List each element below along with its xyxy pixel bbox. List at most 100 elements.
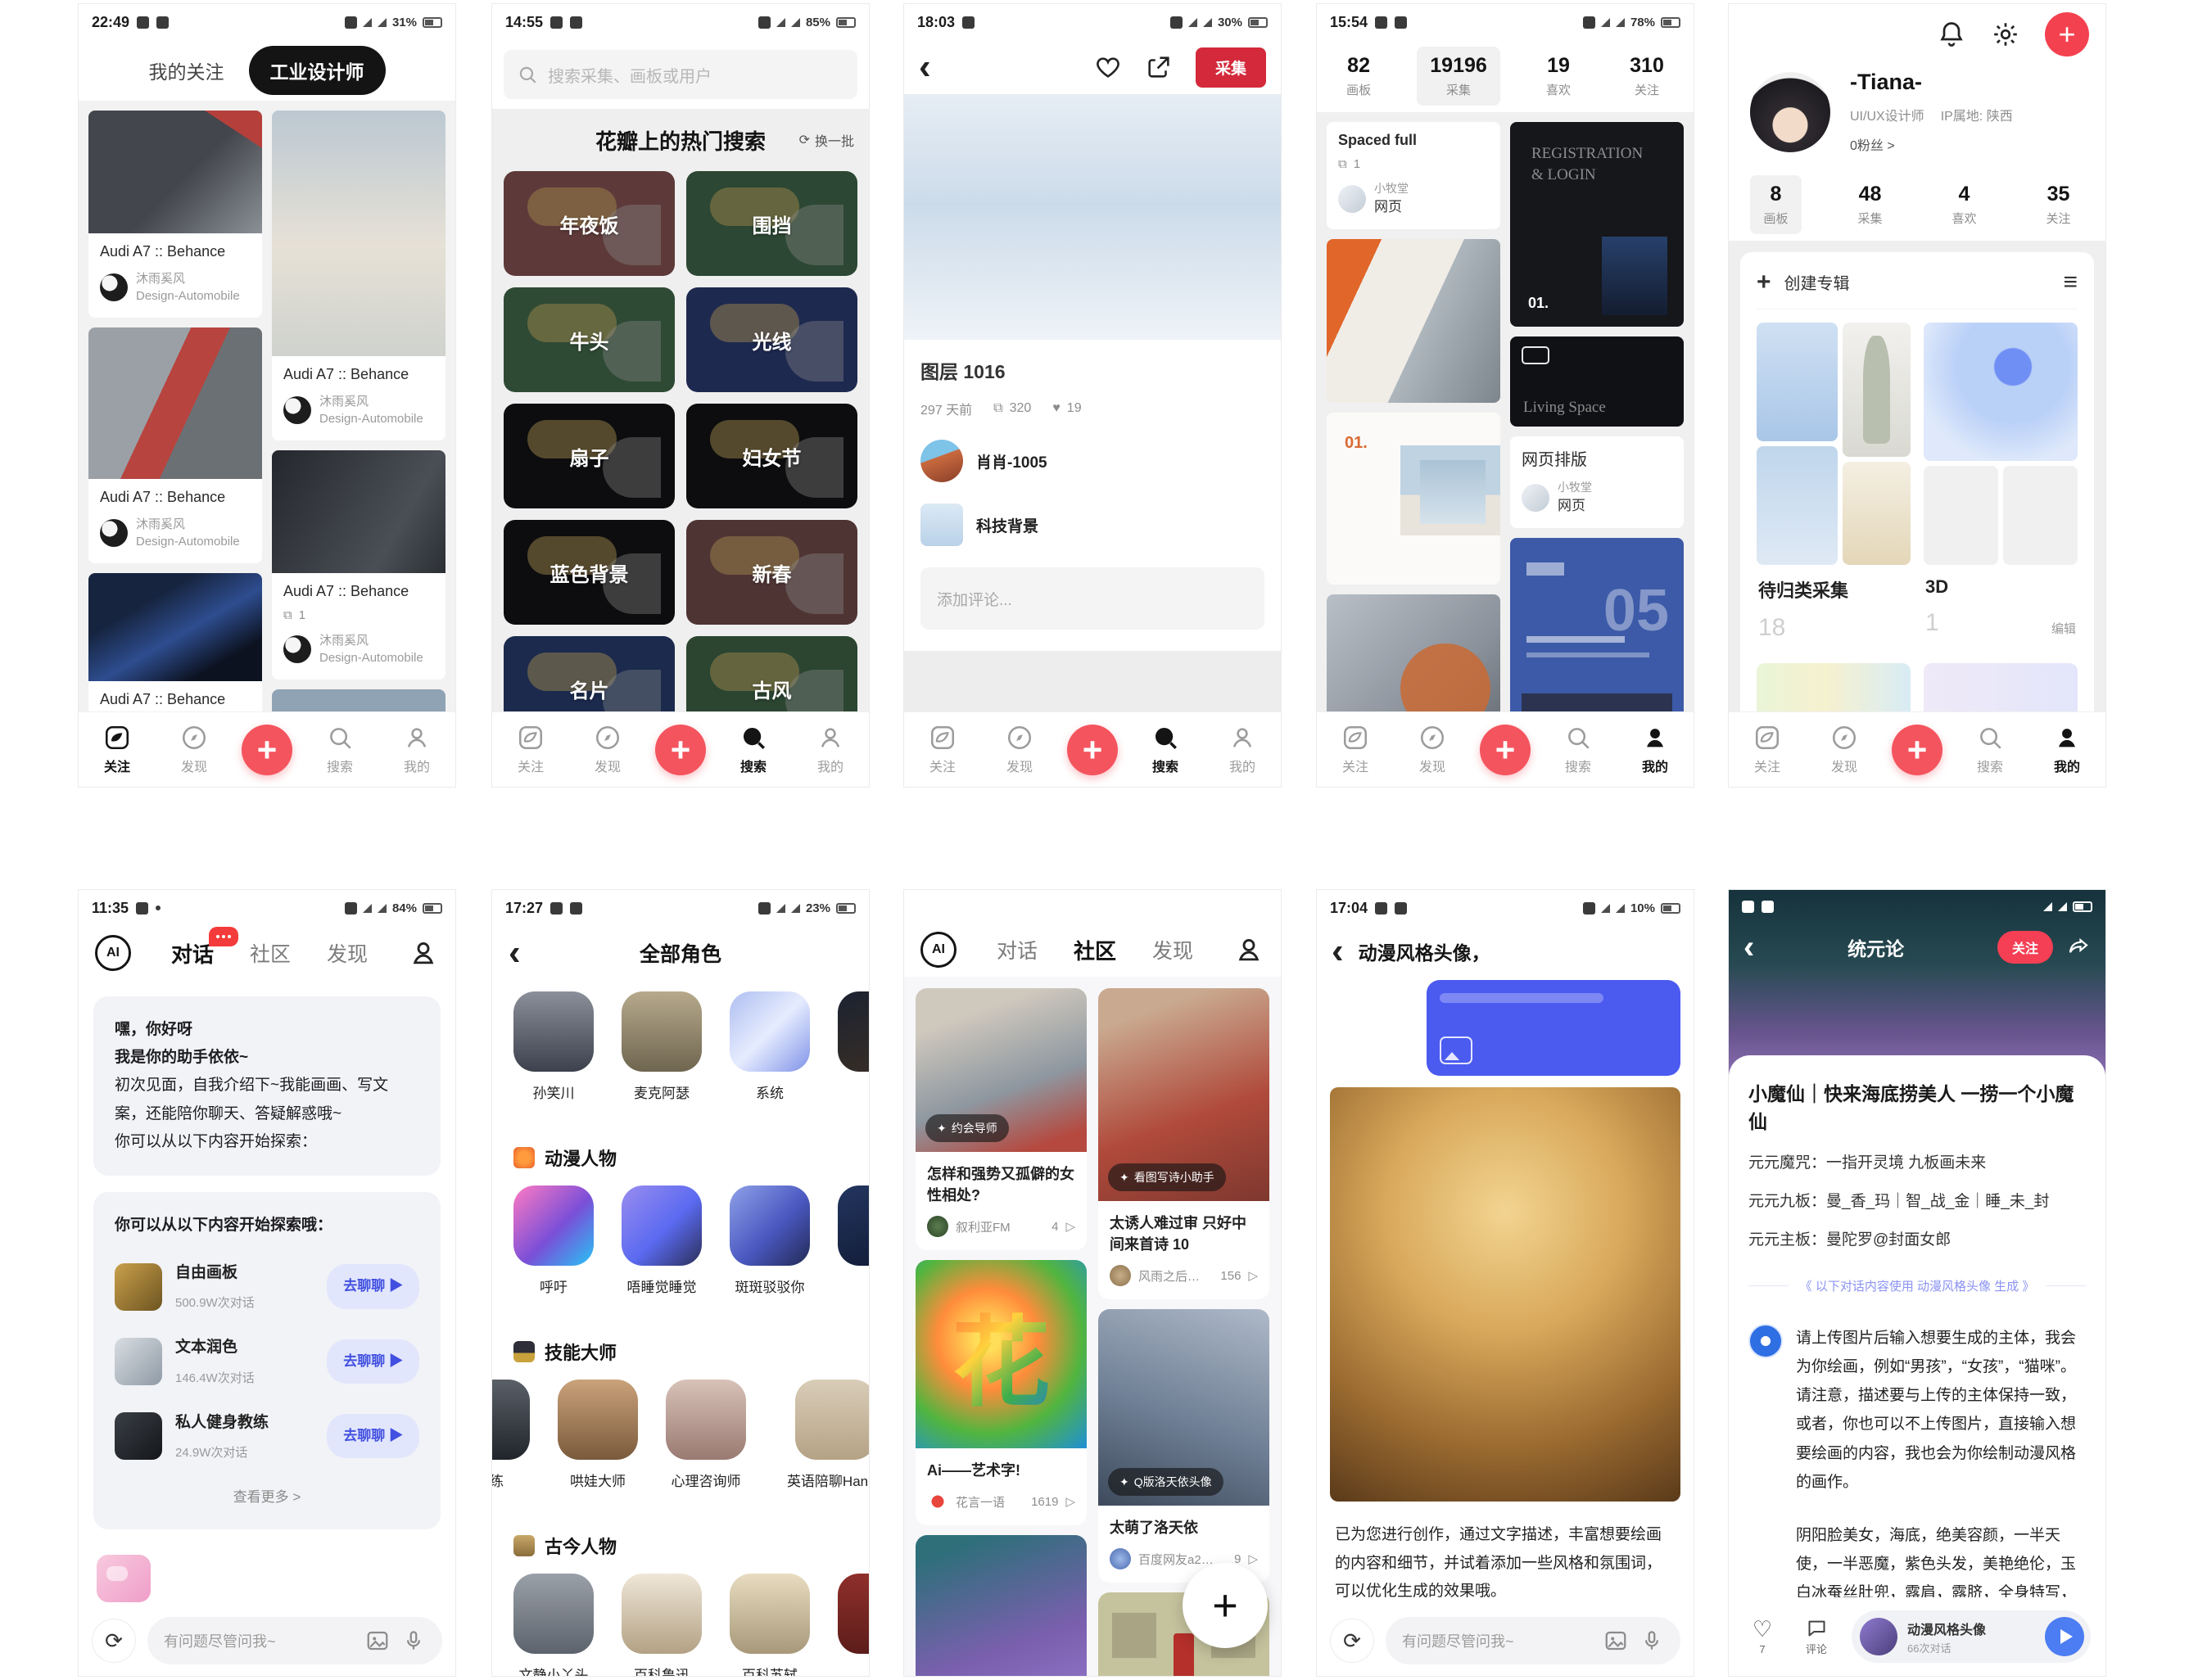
pin-board[interactable]: Design-Automobile <box>319 651 423 665</box>
pin-user[interactable]: 小牧堂 <box>1374 182 1409 195</box>
role-item[interactable]: 唔睡觉睡觉 <box>622 1185 702 1296</box>
mic-icon[interactable] <box>1639 1628 1664 1653</box>
pin-author-row[interactable]: 肖肖-1005 <box>920 440 1264 482</box>
share-icon[interactable] <box>1145 53 1173 81</box>
pin-card[interactable]: 网页排版 小牧堂网页 <box>1510 436 1684 528</box>
post-user[interactable]: 风雨之后云开时 <box>1138 1267 1205 1285</box>
tab-community[interactable]: 社区 <box>250 938 291 968</box>
follow-button[interactable]: 关注 <box>1997 931 2053 964</box>
role-item[interactable]: 小 <box>838 991 869 1102</box>
go-chat-button[interactable]: 去聊聊 ▶ <box>327 1264 419 1309</box>
post-user[interactable]: 叙利亚FM <box>956 1218 1011 1235</box>
stat-boards[interactable]: 82画板 <box>1333 47 1384 106</box>
person-icon[interactable] <box>1233 934 1264 965</box>
create-button[interactable]: + <box>242 725 292 775</box>
suggestion-item[interactable]: 文本润色146.4W次对话 去聊聊 ▶ <box>115 1334 419 1389</box>
avatar[interactable] <box>283 635 311 663</box>
role-item[interactable]: 哄娃大师 <box>558 1380 638 1490</box>
tab-discover[interactable]: 发现 <box>1152 935 1193 964</box>
pin-card[interactable] <box>1327 594 1500 711</box>
album-thumbnail[interactable] <box>1757 663 1911 711</box>
bell-icon[interactable] <box>1937 20 1966 49</box>
image-icon[interactable] <box>365 1628 390 1653</box>
pin-user[interactable]: 沐雨奚风 <box>319 634 369 648</box>
nav-search[interactable]: 搜索 <box>1136 724 1195 775</box>
new-post-button[interactable]: + <box>1183 1563 1268 1648</box>
message-input[interactable]: 有问题尽管问我~ <box>147 1617 442 1664</box>
create-button[interactable]: + <box>1067 725 1118 775</box>
role-item[interactable]: 英语陪聊Hanna <box>774 1380 869 1490</box>
go-chat-button[interactable]: 去聊聊 ▶ <box>327 1339 419 1384</box>
gear-icon[interactable] <box>1991 20 2020 49</box>
hot-tile[interactable]: 围挡 <box>686 171 857 276</box>
suggestion-item[interactable]: 自由画板500.9W次对话 去聊聊 ▶ <box>115 1259 419 1314</box>
album-thumbnail[interactable] <box>1924 663 2078 711</box>
board-name[interactable]: 科技背景 <box>976 514 1038 536</box>
stat-likes[interactable]: 19喜欢 <box>1533 47 1584 106</box>
nav-search[interactable]: 搜索 <box>1961 724 2019 775</box>
comment-input[interactable]: 添加评论... <box>920 567 1264 630</box>
hot-tile[interactable]: 扇子 <box>504 404 675 508</box>
nav-discover[interactable]: 发现 <box>578 724 637 775</box>
pin-board[interactable]: Design-Automobile <box>319 412 423 426</box>
post-author-name[interactable]: 统元论 <box>1767 933 1984 961</box>
role-item[interactable]: 孙笑川 <box>513 991 594 1102</box>
refresh-icon[interactable]: ⟳ <box>92 1619 136 1663</box>
avatar[interactable] <box>1750 72 1830 152</box>
nav-follow[interactable]: 关注 <box>88 724 147 775</box>
pin-card[interactable]: Spaced full ⧉1 小牧堂网页 <box>1327 122 1500 229</box>
hot-tile[interactable]: 光线 <box>686 287 857 392</box>
role-item[interactable]: 百科鲁迅 <box>622 1574 702 1677</box>
album-edit-link[interactable]: 编辑 <box>2051 620 2076 637</box>
pin-card[interactable]: 01. <box>1327 413 1500 585</box>
search-input[interactable]: 搜索采集、画板或用户 <box>504 50 857 99</box>
like-icon[interactable] <box>1094 53 1122 81</box>
nav-search[interactable]: 搜索 <box>724 724 783 775</box>
pin-user[interactable]: 沐雨奚风 <box>136 272 185 286</box>
stat-boards[interactable]: 8画板 <box>1750 175 1801 234</box>
hot-tile[interactable]: 古风 <box>686 636 857 711</box>
pin-user[interactable]: 沐雨奚风 <box>319 395 369 409</box>
pin-card[interactable]: Audi A7 :: Behance 沐雨奚风Design-Automobile <box>272 111 445 440</box>
avatar[interactable] <box>1522 484 1549 512</box>
pin-board[interactable]: Design-Automobile <box>136 289 240 303</box>
nav-follow[interactable]: 关注 <box>913 724 972 775</box>
avatar[interactable] <box>100 273 128 301</box>
tab-discover[interactable]: 发现 <box>327 938 368 968</box>
hot-tile[interactable]: 年夜饭 <box>504 171 675 276</box>
go-chat-button[interactable]: 去聊聊 ▶ <box>327 1414 419 1459</box>
profile-fans[interactable]: 0粉丝 > <box>1850 134 2013 154</box>
post-card[interactable]: ✦ Q版洛天依头像 太萌了洛天依 百度网友a249c689▷ <box>1098 1309 1269 1583</box>
role-item[interactable]: 麦克阿瑟 <box>622 991 702 1102</box>
back-icon[interactable]: ‹ <box>919 49 931 85</box>
avatar[interactable] <box>283 396 311 424</box>
mic-icon[interactable] <box>401 1628 426 1653</box>
pin-user[interactable]: 小牧堂 <box>1558 481 1592 494</box>
hot-tile[interactable]: 妇女节 <box>686 404 857 508</box>
hot-tile[interactable]: 新春 <box>686 520 857 625</box>
hot-tile[interactable]: 牛头 <box>504 287 675 392</box>
role-item[interactable]: 百科苏轼 <box>730 1574 810 1677</box>
avatar[interactable] <box>920 440 963 482</box>
tab-industrial-designer[interactable]: 工业设计师 <box>249 46 386 95</box>
tab-chat[interactable]: 对话 <box>997 935 1038 964</box>
pin-board[interactable]: Design-Automobile <box>136 535 240 549</box>
stat-following[interactable]: 310关注 <box>1617 47 1677 106</box>
nav-mine[interactable]: 我的 <box>2037 724 2096 775</box>
comment-button[interactable]: 评论 <box>1798 1617 1835 1656</box>
pin-card[interactable] <box>272 689 445 711</box>
tab-my-follow[interactable]: 我的关注 <box>149 56 224 84</box>
post-card[interactable]: ✦ 动漫风格头像 小魔仙｜快来海底捞美人 一捞一个小魔仙 统元论66▷ <box>916 1535 1087 1676</box>
role-item[interactable]: 文静小丫头 <box>513 1574 594 1677</box>
pin-board-row[interactable]: 科技背景 <box>920 504 1264 546</box>
suggestion-item[interactable]: 私人健身教练24.9W次对话 去聊聊 ▶ <box>115 1409 419 1464</box>
pin-user[interactable]: 沐雨奚风 <box>136 517 185 531</box>
post-user[interactable]: 花言一语 <box>956 1493 1005 1511</box>
like-button[interactable]: ♡7 <box>1743 1618 1781 1656</box>
nav-follow[interactable]: 关注 <box>501 724 560 775</box>
nav-follow[interactable]: 关注 <box>1326 724 1385 775</box>
see-more-link[interactable]: 查看更多 > <box>115 1485 419 1511</box>
person-icon[interactable] <box>408 937 439 969</box>
create-button[interactable]: + <box>1480 725 1531 775</box>
collect-button[interactable]: 采集 <box>1196 47 1266 88</box>
